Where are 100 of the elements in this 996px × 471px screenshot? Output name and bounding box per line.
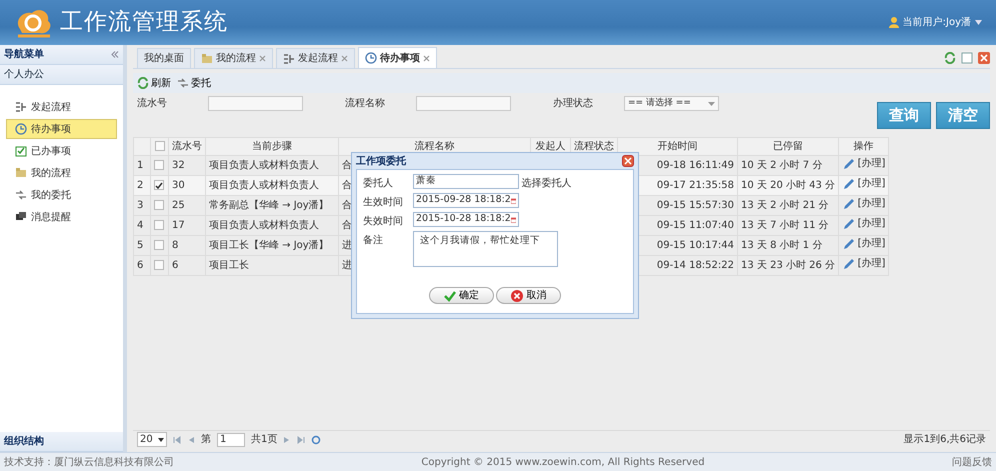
input-field[interactable]: 萧秦 [413, 174, 519, 189]
close-icon[interactable] [423, 54, 430, 62]
date-field[interactable]: 2015-10-28 18:18:2 [413, 212, 519, 227]
field-label: 办理状态 [552, 96, 594, 111]
table-cell: 10 天 20 小时 43 分 [738, 176, 839, 196]
row-number: 3 [134, 196, 150, 216]
tab[interactable]: 待办事项 [358, 47, 437, 68]
record-summary: 显示1到6,共6记录 [904, 432, 986, 447]
select-link[interactable]: 选择委托人 [522, 174, 572, 191]
textarea-field[interactable]: 这个月我请假，帮忙处理下 [413, 231, 558, 267]
sidebar-item[interactable]: 发起流程 [6, 97, 117, 117]
close-button[interactable] [622, 155, 634, 167]
calendar-icon [510, 214, 516, 224]
folder-icon [15, 167, 27, 179]
table-cell: 09-15 15:57:30 [656, 200, 734, 211]
check-icon [155, 182, 163, 189]
pencil-icon [842, 177, 856, 190]
sidebar-item[interactable]: 消息提醒 [6, 207, 117, 227]
cancel-button[interactable]: 取消 [496, 287, 562, 304]
column-header: 开始时间 [618, 138, 738, 156]
pencil-icon [842, 237, 856, 250]
page-input[interactable]: 1 [217, 432, 245, 446]
select-field[interactable]: == 请选择 == [624, 96, 719, 111]
checkbox[interactable] [154, 141, 164, 152]
checkbox[interactable] [154, 240, 164, 250]
clock-icon [365, 52, 377, 64]
table-cell: 13 天 8 小时 1 分 [738, 236, 839, 256]
row-number: 4 [134, 216, 150, 236]
first-page-icon [173, 436, 181, 444]
checkbox[interactable] [154, 160, 164, 170]
table-cell: 项目工长【华峰 → Joy潘】 [206, 236, 338, 256]
table-cell: 30 [168, 176, 206, 196]
sidebar-item[interactable]: 已办事项 [6, 141, 117, 161]
flow-icon [283, 52, 295, 64]
row-number: 6 [134, 256, 150, 276]
row-number: 5 [134, 236, 150, 256]
table-cell: 09-17 21:35:58 [656, 180, 734, 191]
checkbox[interactable] [154, 260, 164, 270]
sidebar-item[interactable]: 我的流程 [6, 163, 117, 183]
tab[interactable]: 我的桌面 [137, 48, 191, 68]
cancel-icon [511, 290, 524, 302]
tab[interactable]: 发起流程 [276, 48, 355, 68]
checkbox[interactable] [154, 200, 164, 210]
sidebar-item[interactable]: 我的委托 [6, 185, 117, 205]
column-header: 操作 [838, 138, 889, 156]
close-icon[interactable] [341, 55, 348, 62]
checklist-icon [15, 145, 27, 157]
swap-icon [177, 77, 189, 89]
page-label: 第 [201, 433, 211, 447]
close-icon [978, 52, 990, 64]
clock-icon [15, 123, 27, 135]
confirm-button[interactable]: 确定 [428, 287, 494, 304]
column-header: 当前步骤 [206, 138, 338, 156]
table-cell: 常务副总【华峰 → Joy潘】 [206, 196, 338, 216]
field-label: 委托人 [363, 176, 394, 191]
tab[interactable]: 我的流程 [194, 48, 273, 68]
checkbox[interactable] [154, 220, 164, 230]
column-header: 流水号 [168, 138, 206, 156]
caret-icon [708, 102, 715, 106]
checkbox[interactable] [154, 180, 164, 190]
close-icon [624, 157, 632, 165]
refresh-icon [944, 52, 956, 64]
sidebar-item[interactable]: 待办事项 [6, 119, 117, 139]
calendar-icon [510, 196, 516, 206]
dialog-title: 工作项委托 [356, 154, 406, 168]
support-text: 技术支持：厦门纵云信息科技有限公司 [4, 456, 174, 470]
close-icon[interactable] [259, 55, 266, 62]
app-title: 工作流管理系统 [60, 8, 228, 38]
feedback-link[interactable]: 问题反馈 [952, 454, 992, 470]
next-page-icon [283, 436, 292, 444]
pencil-icon [842, 257, 856, 270]
user-menu[interactable]: 当前用户:Joy潘 [888, 15, 982, 30]
toolbar-button[interactable]: 委托 [177, 76, 211, 90]
check-icon [444, 290, 456, 302]
folder-icon [201, 52, 213, 64]
table-cell: 25 [168, 196, 206, 216]
table-cell: 09-14 18:52:22 [656, 260, 734, 271]
table-cell: 13 天 23 小时 26 分 [738, 256, 839, 276]
page-total: 共1页 [251, 432, 278, 447]
field-label: 失效时间 [363, 214, 404, 229]
table-cell: 17 [168, 216, 206, 236]
copyright-text: Copyright © 2015 www.zoewin.com, All Rights Reserved [421, 456, 705, 470]
collapse-icon[interactable] [111, 51, 119, 58]
previous-page-icon [187, 436, 195, 444]
table-cell: 合 [342, 160, 352, 171]
table-cell: 项目负责人或材料负责人 [206, 216, 338, 236]
table-cell: 09-15 11:07:40 [656, 220, 734, 231]
page-size-select[interactable]: 20 [137, 432, 167, 447]
table-cell: 13 天 2 小时 21 分 [738, 196, 839, 216]
toolbar-button[interactable]: 刷新 [137, 76, 171, 90]
field-label: 流水号 [136, 96, 168, 111]
input-field[interactable] [208, 96, 303, 111]
table-cell: 6 [168, 256, 206, 276]
input-field[interactable] [416, 96, 511, 111]
table-cell: 项目工长 [206, 256, 338, 276]
field-label: 流程名称 [344, 96, 386, 111]
refresh-icon [311, 434, 322, 444]
fullscreen-icon [961, 52, 973, 64]
date-field[interactable]: 2015-09-28 18:18:2 [413, 193, 519, 208]
table-cell: 09-18 16:11:49 [656, 160, 734, 171]
